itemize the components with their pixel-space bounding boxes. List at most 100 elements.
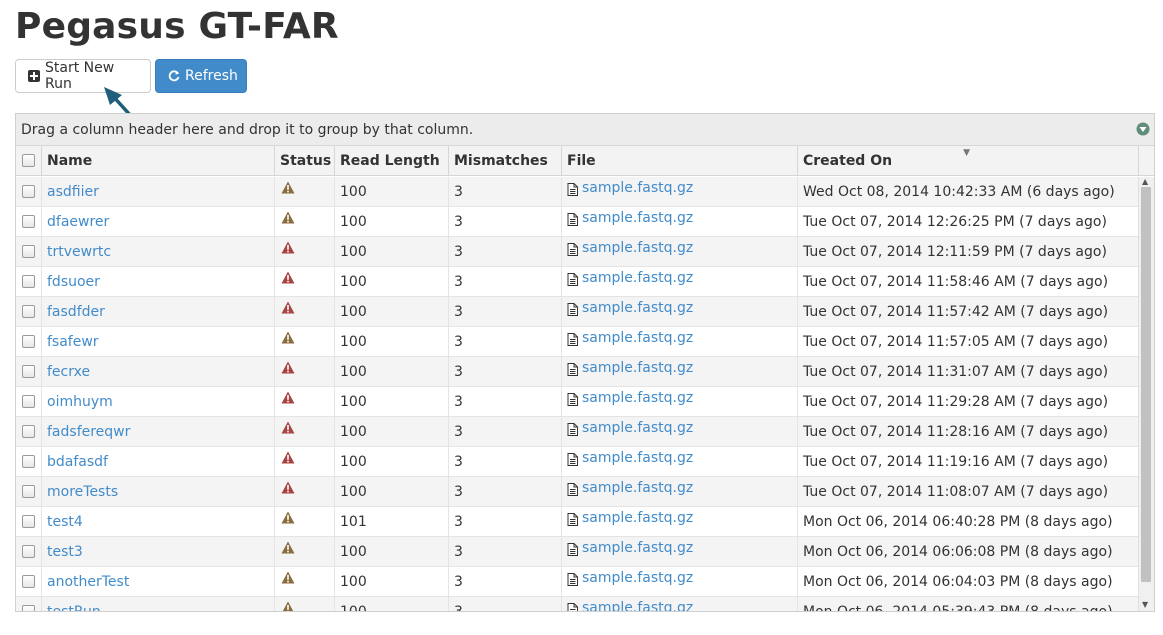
row-checkbox[interactable] <box>22 215 35 228</box>
row-checkbox[interactable] <box>22 605 35 611</box>
row-checkbox[interactable] <box>22 425 35 438</box>
file-link[interactable]: sample.fastq.gz <box>582 240 693 256</box>
run-name-link[interactable]: fadsfereqwr <box>47 424 130 440</box>
file-link[interactable]: sample.fastq.gz <box>582 270 693 286</box>
table-row[interactable]: asdfiier 100 3 sample.fastq.gz Wed Oct 08, 2… <box>16 177 1154 207</box>
table-row[interactable]: testRun 1003 sample.fastq.gz Mon Oct 06, 20… <box>16 597 1154 611</box>
run-name-link[interactable]: fsafewr <box>47 334 99 350</box>
row-checkbox-cell[interactable] <box>16 597 42 611</box>
run-name-link[interactable]: test4 <box>47 514 83 530</box>
run-name-link[interactable]: testRun <box>47 604 101 612</box>
row-checkbox-cell[interactable] <box>16 177 42 206</box>
run-name-link[interactable]: fecrxe <box>47 364 90 380</box>
name-cell[interactable]: anotherTest <box>42 567 275 596</box>
file-link[interactable]: sample.fastq.gz <box>582 180 693 196</box>
table-row[interactable]: test3 100 3 sample.fastq.gz Mon Oct 06, 2014… <box>16 537 1154 567</box>
name-cell[interactable]: moreTests <box>42 477 275 506</box>
table-row[interactable]: anotherTest 100 3 sample.fastq.gz Mon Oct 06… <box>16 567 1154 597</box>
file-link[interactable]: sample.fastq.gz <box>582 420 693 436</box>
row-checkbox-cell[interactable] <box>16 567 42 596</box>
row-checkbox-cell[interactable] <box>16 417 42 446</box>
name-cell[interactable]: fasdfder <box>42 297 275 326</box>
file-link[interactable]: sample.fastq.gz <box>582 300 693 316</box>
run-name-link[interactable]: bdafasdf <box>47 454 108 470</box>
row-checkbox-cell[interactable] <box>16 357 42 386</box>
row-checkbox[interactable] <box>22 485 35 498</box>
vertical-scrollbar[interactable]: ▲ ▼ <box>1138 177 1154 611</box>
name-cell[interactable]: test3 <box>42 537 275 566</box>
file-link[interactable]: sample.fastq.gz <box>582 570 693 586</box>
select-all-checkbox-cell[interactable] <box>16 146 42 175</box>
table-row[interactable]: fasdfder 100 3 sample.fastq.gz Tue Oct 07, 2… <box>16 297 1154 327</box>
file-link[interactable]: sample.fastq.gz <box>582 330 693 346</box>
row-checkbox-cell[interactable] <box>16 297 42 326</box>
table-row[interactable]: oimhuym 100 3 sample.fastq.gz Tue Oct 07, 20… <box>16 387 1154 417</box>
column-header-mismatches[interactable]: Mismatches <box>449 146 562 175</box>
table-row[interactable]: fdsuoer 100 3 sample.fastq.gz Tue Oct 07, 20… <box>16 267 1154 297</box>
column-header-name[interactable]: Name <box>42 146 275 175</box>
name-cell[interactable]: bdafasdf <box>42 447 275 476</box>
table-row[interactable]: fsafewr 100 3 sample.fastq.gz Tue Oct 07, 20… <box>16 327 1154 357</box>
scrollbar-thumb[interactable] <box>1141 187 1151 582</box>
row-checkbox-cell[interactable] <box>16 447 42 476</box>
run-name-link[interactable]: anotherTest <box>47 574 129 590</box>
scroll-down-icon[interactable]: ▼ <box>1142 600 1148 609</box>
table-row[interactable]: fadsfereqwr 100 3 sample.fastq.gz Tue Oct 07… <box>16 417 1154 447</box>
table-row[interactable]: trtvewrtc 100 3 sample.fastq.gz Tue Oct 07, … <box>16 237 1154 267</box>
row-checkbox-cell[interactable] <box>16 477 42 506</box>
group-by-drop-zone[interactable]: Drag a column header here and drop it to… <box>16 114 1154 146</box>
name-cell[interactable]: oimhuym <box>42 387 275 416</box>
row-checkbox[interactable] <box>22 365 35 378</box>
row-checkbox[interactable] <box>22 335 35 348</box>
name-cell[interactable]: test4 <box>42 507 275 536</box>
file-link[interactable]: sample.fastq.gz <box>582 360 693 376</box>
table-row[interactable]: moreTests 100 3 sample.fastq.gz Tue Oct 07, … <box>16 477 1154 507</box>
name-cell[interactable]: fecrxe <box>42 357 275 386</box>
row-checkbox[interactable] <box>22 275 35 288</box>
scroll-up-icon[interactable]: ▲ <box>1142 177 1148 186</box>
run-name-link[interactable]: fasdfder <box>47 304 105 320</box>
select-all-checkbox[interactable] <box>22 154 35 167</box>
name-cell[interactable]: testRun <box>42 597 275 611</box>
row-checkbox-cell[interactable] <box>16 327 42 356</box>
run-name-link[interactable]: moreTests <box>47 484 118 500</box>
run-name-link[interactable]: test3 <box>47 544 83 560</box>
row-checkbox[interactable] <box>22 515 35 528</box>
name-cell[interactable]: trtvewrtc <box>42 237 275 266</box>
file-link[interactable]: sample.fastq.gz <box>582 480 693 496</box>
column-header-status[interactable]: Status <box>275 146 335 175</box>
column-header-created-on[interactable]: Created On ▼ <box>798 146 1139 175</box>
row-checkbox[interactable] <box>22 395 35 408</box>
table-row[interactable]: bdafasdf 100 3 sample.fastq.gz Tue Oct 07, 2… <box>16 447 1154 477</box>
run-name-link[interactable]: trtvewrtc <box>47 244 111 260</box>
row-checkbox[interactable] <box>22 545 35 558</box>
row-checkbox[interactable] <box>22 305 35 318</box>
name-cell[interactable]: fdsuoer <box>42 267 275 296</box>
row-checkbox[interactable] <box>22 185 35 198</box>
column-header-file[interactable]: File <box>562 146 798 175</box>
row-checkbox-cell[interactable] <box>16 507 42 536</box>
file-link[interactable]: sample.fastq.gz <box>582 540 693 556</box>
chevron-down-circle-icon[interactable] <box>1136 122 1150 140</box>
row-checkbox-cell[interactable] <box>16 537 42 566</box>
file-link[interactable]: sample.fastq.gz <box>582 510 693 526</box>
name-cell[interactable]: asdfiier <box>42 177 275 206</box>
run-name-link[interactable]: fdsuoer <box>47 274 100 290</box>
table-row[interactable]: test4 101 3 sample.fastq.gz Mon Oct 06, 2014… <box>16 507 1154 537</box>
name-cell[interactable]: fadsfereqwr <box>42 417 275 446</box>
column-header-read-length[interactable]: Read Length <box>335 146 449 175</box>
table-row[interactable]: fecrxe 100 3 sample.fastq.gz Tue Oct 07, 201… <box>16 357 1154 387</box>
row-checkbox-cell[interactable] <box>16 207 42 236</box>
run-name-link[interactable]: oimhuym <box>47 394 113 410</box>
file-link[interactable]: sample.fastq.gz <box>582 390 693 406</box>
file-link[interactable]: sample.fastq.gz <box>582 210 693 226</box>
name-cell[interactable]: dfaewrer <box>42 207 275 236</box>
row-checkbox-cell[interactable] <box>16 387 42 416</box>
name-cell[interactable]: fsafewr <box>42 327 275 356</box>
row-checkbox-cell[interactable] <box>16 267 42 296</box>
row-checkbox-cell[interactable] <box>16 237 42 266</box>
table-row[interactable]: dfaewrer 100 3 sample.fastq.gz Tue Oct 07, 2… <box>16 207 1154 237</box>
run-name-link[interactable]: asdfiier <box>47 184 99 200</box>
run-name-link[interactable]: dfaewrer <box>47 214 109 230</box>
file-link[interactable]: sample.fastq.gz <box>582 450 693 466</box>
